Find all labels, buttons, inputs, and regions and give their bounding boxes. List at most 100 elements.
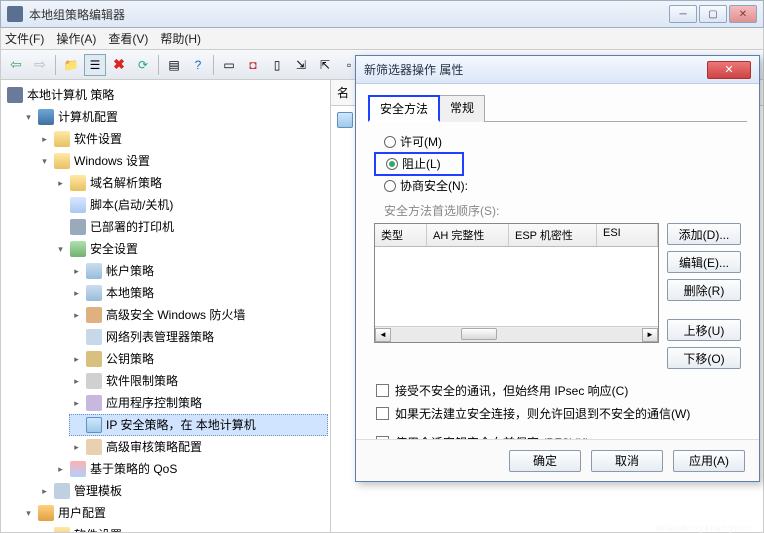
expand-icon[interactable]: ▸ [39, 134, 50, 145]
tree-computer-config[interactable]: ▾计算机配置 [21, 106, 328, 128]
cancel-button[interactable]: 取消 [591, 450, 663, 472]
tool-button-4[interactable]: ⇲ [290, 54, 312, 76]
forward-button[interactable]: ⇨ [29, 54, 51, 76]
tree-nlm-policy[interactable]: 网络列表管理器策略 [69, 326, 328, 348]
template-icon [54, 483, 70, 499]
tree-software-settings[interactable]: ▸软件设置 [37, 128, 328, 150]
tree-dns-policy[interactable]: ▸域名解析策略 [53, 172, 328, 194]
dialog-title: 新筛选器操作 属性 [364, 61, 707, 78]
th-esp[interactable]: ESP 机密性 [509, 224, 597, 246]
add-button[interactable]: 添加(D)... [667, 223, 741, 245]
tree-account-policy[interactable]: ▸帐户策略 [69, 260, 328, 282]
scroll-thumb[interactable] [461, 328, 497, 340]
tree-qos[interactable]: ▸基于策略的 QoS [53, 458, 328, 480]
expand-icon[interactable]: ▸ [39, 486, 50, 497]
expand-icon[interactable]: ▸ [71, 288, 82, 299]
expand-icon[interactable]: ▸ [71, 442, 82, 453]
minimize-button[interactable]: ─ [669, 5, 697, 23]
firewall-icon [86, 307, 102, 323]
tree-scripts[interactable]: 脚本(启动/关机) [53, 194, 328, 216]
tree-user-software[interactable]: ▸ 软件设置 [37, 524, 328, 532]
checkbox-icon [376, 407, 389, 420]
properties-button[interactable]: ▤ [163, 54, 185, 76]
collapse-icon[interactable]: ▾ [55, 244, 66, 255]
tree-local-policy[interactable]: ▸本地策略 [69, 282, 328, 304]
qos-icon [70, 461, 86, 477]
expand-icon[interactable]: ▸ [71, 376, 82, 387]
tree-pane[interactable]: 本地计算机 策略 ▾计算机配置 ▸ 软件设置 ▾Windows 设置 ▸域名解析策… [1, 80, 331, 532]
th-esi[interactable]: ESI [597, 224, 658, 246]
scroll-left-button[interactable]: ◄ [375, 328, 391, 342]
expand-icon[interactable]: ▸ [71, 310, 82, 321]
tab-general[interactable]: 常规 [439, 95, 485, 122]
horizontal-scrollbar[interactable]: ◄ ► [375, 326, 658, 342]
expand-icon[interactable]: ▸ [71, 398, 82, 409]
up-button[interactable]: 📁 [60, 54, 82, 76]
menu-file[interactable]: 文件(F) [5, 30, 44, 47]
expand-icon[interactable]: ▸ [71, 266, 82, 277]
tree-app-control[interactable]: ▸应用程序控制策略 [69, 392, 328, 414]
expand-icon[interactable]: ▸ [55, 178, 66, 189]
tree-windows-settings[interactable]: ▾Windows 设置 [37, 150, 328, 172]
radio-block[interactable]: 阻止(L) [374, 152, 464, 176]
ok-button[interactable]: 确定 [509, 450, 581, 472]
window-title: 本地组策略编辑器 [29, 6, 669, 23]
tree-admin-templates[interactable]: ▸管理模板 [37, 480, 328, 502]
expand-icon[interactable]: ▸ [39, 530, 50, 533]
tab-security-method[interactable]: 安全方法 [368, 95, 440, 122]
delete-button[interactable]: ✖ [108, 54, 130, 76]
tool-button-3[interactable]: ▯ [266, 54, 288, 76]
tree-label: 软件设置 [74, 525, 122, 532]
policy-icon [86, 263, 102, 279]
tool-button-2[interactable]: ◘ [242, 54, 264, 76]
menu-action[interactable]: 操作(A) [56, 30, 96, 47]
menu-view[interactable]: 查看(V) [108, 30, 148, 47]
expand-icon[interactable]: ▸ [55, 464, 66, 475]
chk-accept-unsecured[interactable]: 接受不安全的通讯，但始终用 IPsec 响应(C) [374, 379, 741, 402]
toolbar-separator [55, 55, 56, 75]
th-ah[interactable]: AH 完整性 [427, 224, 509, 246]
methods-table[interactable]: 类型 AH 完整性 ESP 机密性 ESI ◄ ► [374, 223, 659, 343]
list-view-button[interactable]: ☰ [84, 54, 106, 76]
edit-button[interactable]: 编辑(E)... [667, 251, 741, 273]
radio-permit[interactable]: 许可(M) [374, 132, 741, 152]
tree-pubkey-policy[interactable]: ▸公钥策略 [69, 348, 328, 370]
close-button[interactable]: ✕ [729, 5, 757, 23]
collapse-icon[interactable]: ▾ [23, 112, 34, 123]
tree-adv-firewall[interactable]: ▸高级安全 Windows 防火墙 [69, 304, 328, 326]
tree-soft-restrict[interactable]: ▸软件限制策略 [69, 370, 328, 392]
tree-security-settings[interactable]: ▾安全设置 [53, 238, 328, 260]
tree-root[interactable]: 本地计算机 策略 [5, 84, 328, 106]
scroll-track[interactable] [391, 328, 642, 342]
dialog-titlebar[interactable]: 新筛选器操作 属性 ✕ [356, 56, 759, 84]
apply-button[interactable]: 应用(A) [673, 450, 745, 472]
tree-printers[interactable]: 已部署的打印机 [53, 216, 328, 238]
menu-help[interactable]: 帮助(H) [160, 30, 201, 47]
ipsec-icon [86, 417, 102, 433]
back-button[interactable]: ⇦ [5, 54, 27, 76]
chk-allow-fallback[interactable]: 如果无法建立安全连接，则允许回退到不安全的通信(W) [374, 402, 741, 425]
scroll-right-button[interactable]: ► [642, 328, 658, 342]
folder-icon [54, 153, 70, 169]
tree-user-config[interactable]: ▾用户配置 [21, 502, 328, 524]
collapse-icon[interactable]: ▾ [39, 156, 50, 167]
collapse-icon[interactable]: ▾ [23, 508, 34, 519]
move-down-button[interactable]: 下移(O) [667, 347, 741, 369]
help-button[interactable]: ? [187, 54, 209, 76]
dialog-close-button[interactable]: ✕ [707, 61, 751, 79]
radio-negotiate[interactable]: 协商安全(N): [374, 176, 741, 196]
app-icon [7, 6, 23, 22]
th-type[interactable]: 类型 [375, 224, 427, 246]
move-up-button[interactable]: 上移(U) [667, 319, 741, 341]
tool-button-5[interactable]: ⇱ [314, 54, 336, 76]
remove-button[interactable]: 删除(R) [667, 279, 741, 301]
maximize-button[interactable]: ▢ [699, 5, 727, 23]
arrow-right-icon: ⇨ [34, 56, 46, 73]
policy-icon [86, 285, 102, 301]
refresh-button[interactable]: ⟳ [132, 54, 154, 76]
expand-icon[interactable]: ▸ [71, 354, 82, 365]
tree-label: 本地计算机 策略 [27, 85, 114, 105]
tool-button-1[interactable]: ▭ [218, 54, 240, 76]
tree-adv-audit[interactable]: ▸高级审核策略配置 [69, 436, 328, 458]
tree-ip-security[interactable]: IP 安全策略，在 本地计算机 [69, 414, 328, 436]
